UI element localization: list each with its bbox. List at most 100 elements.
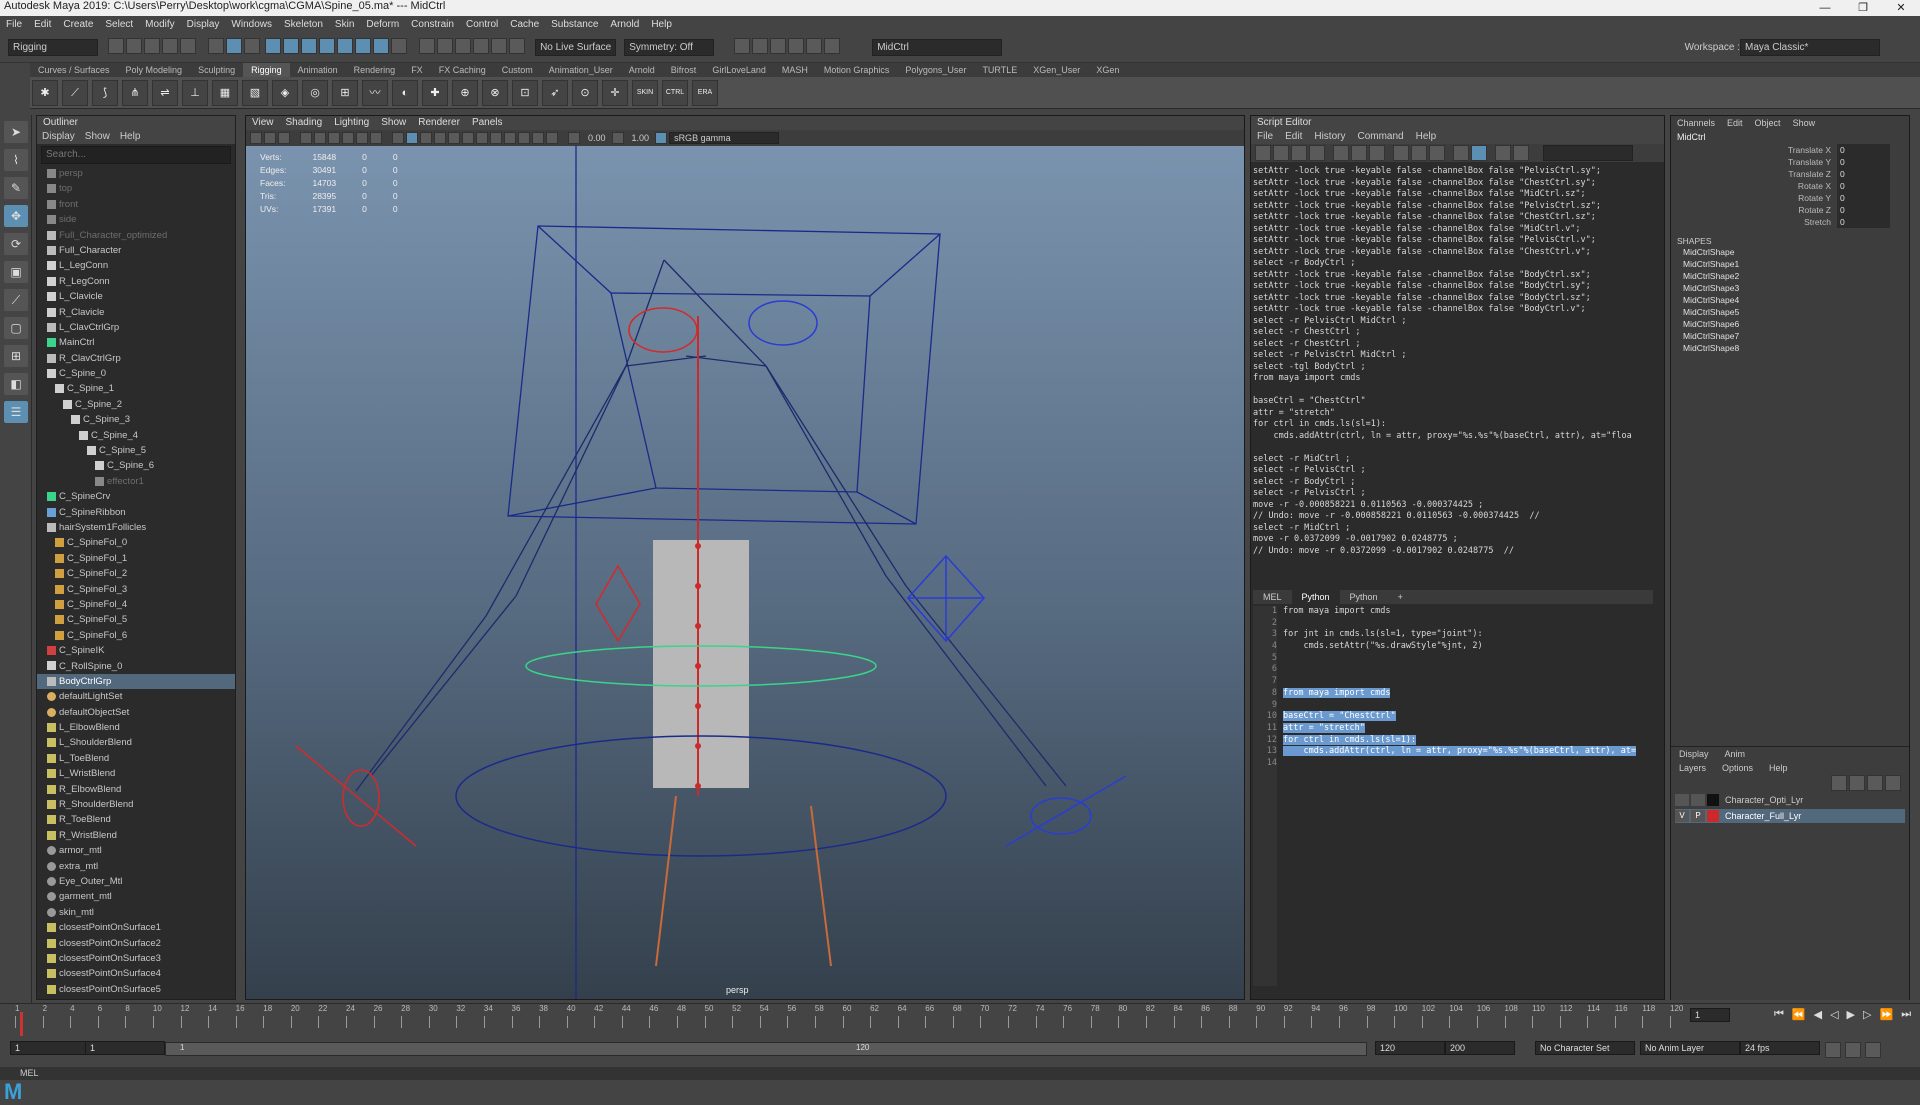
- channel-stretch[interactable]: Stretch 0: [1671, 216, 1909, 228]
- outliner-item[interactable]: R_ShoulderBlend: [37, 797, 235, 812]
- menu-edit[interactable]: Edit: [28, 16, 57, 33]
- time-slider[interactable]: 1 2 4 6 8 10 12 14 16 18 20 22 24 26 28 30 32 34 36 38 40 42 4…: [0, 1003, 1920, 1039]
- channel-menu-channels[interactable]: Channels: [1671, 116, 1721, 130]
- shelf-tab-arnold[interactable]: Arnold: [621, 63, 663, 77]
- line-numbers-icon[interactable]: [1411, 145, 1427, 161]
- gamma-field[interactable]: 1.00: [632, 133, 650, 143]
- shelf-tab-rendering[interactable]: Rendering: [346, 63, 404, 77]
- clear-input-icon[interactable]: [1351, 145, 1367, 161]
- shape-item[interactable]: MidCtrlShape3: [1671, 282, 1909, 294]
- fps-dropdown[interactable]: 24 fps: [1740, 1041, 1820, 1055]
- channel-translate-x[interactable]: Translate X 0: [1671, 144, 1909, 156]
- smooth-shade-icon[interactable]: [406, 132, 418, 144]
- render-view-icon[interactable]: [734, 38, 751, 54]
- layer-tab-anim[interactable]: Anim: [1717, 747, 1754, 761]
- bind-skin-icon[interactable]: ▦: [212, 79, 238, 106]
- layout-icon[interactable]: ☰: [4, 401, 28, 423]
- outliner-item[interactable]: L_ClavCtrlGrp: [37, 320, 235, 335]
- close-button[interactable]: ✕: [1882, 0, 1920, 16]
- outliner-item[interactable]: C_SpineFol_2: [37, 566, 235, 581]
- menu-select[interactable]: Select: [99, 16, 139, 33]
- snap-grid-icon[interactable]: [419, 38, 436, 54]
- shape-item[interactable]: MidCtrlShape6: [1671, 318, 1909, 330]
- outliner-item[interactable]: C_Spine_5: [37, 443, 235, 458]
- outliner-item[interactable]: Full_Character: [37, 243, 235, 258]
- outliner-item[interactable]: R_LegConn: [37, 274, 235, 289]
- outliner-item[interactable]: closestPointOnSurface1: [37, 920, 235, 935]
- outliner-item[interactable]: C_Spine_2: [37, 397, 235, 412]
- mask-joints-icon[interactable]: [283, 38, 300, 54]
- ambient-occlusion-icon[interactable]: [504, 132, 516, 144]
- wireframe-on-shaded-icon[interactable]: [420, 132, 432, 144]
- gate-mask-icon[interactable]: [342, 132, 354, 144]
- shelf-tab-rigging[interactable]: Rigging: [243, 63, 290, 77]
- shelf-tab-xgen[interactable]: XGen: [1088, 63, 1127, 77]
- menu-arnold[interactable]: Arnold: [604, 16, 645, 33]
- grid-icon[interactable]: [300, 132, 312, 144]
- snap-view-plane-icon[interactable]: [491, 38, 508, 54]
- play-forwards-icon[interactable]: ▶: [1847, 1008, 1855, 1021]
- paint-select-icon[interactable]: ✎: [4, 177, 28, 199]
- menu-help[interactable]: Help: [645, 16, 678, 33]
- maximize-button[interactable]: ❐: [1844, 0, 1882, 16]
- viewport-menu-panels[interactable]: Panels: [466, 116, 509, 130]
- menu-deform[interactable]: Deform: [360, 16, 405, 33]
- outliner-item[interactable]: side: [37, 212, 235, 227]
- outliner-item[interactable]: C_SpineFol_6: [37, 628, 235, 643]
- wire-icon[interactable]: 〰: [362, 79, 388, 106]
- outliner-item[interactable]: C_Spine_4: [37, 428, 235, 443]
- outliner-item[interactable]: R_ElbowBlend: [37, 782, 235, 797]
- outliner-item[interactable]: L_LegConn: [37, 258, 235, 273]
- save-to-shelf-icon[interactable]: [1309, 145, 1325, 161]
- aim-constraint-icon[interactable]: ➶: [542, 79, 568, 106]
- channel-value[interactable]: 0: [1837, 144, 1890, 156]
- outliner-item[interactable]: hairSystem1Follicles: [37, 520, 235, 535]
- clear-history-icon[interactable]: [1333, 145, 1349, 161]
- channel-translate-y[interactable]: Translate Y 0: [1671, 156, 1909, 168]
- antialias-icon[interactable]: [518, 132, 530, 144]
- layer-tab-display[interactable]: Display: [1671, 747, 1717, 761]
- playback-start-field[interactable]: 1: [85, 1041, 165, 1055]
- step-back-frame-icon[interactable]: ◀: [1814, 1008, 1822, 1021]
- outliner-item[interactable]: closestPointOnSurface4: [37, 966, 235, 981]
- step-forward-key-icon[interactable]: ⏩: [1879, 1008, 1893, 1021]
- ik-spline-icon[interactable]: ⟆: [92, 79, 118, 106]
- channel-value[interactable]: 0: [1837, 204, 1890, 216]
- new-empty-layer-icon[interactable]: [1867, 775, 1883, 791]
- outliner-item[interactable]: Eye_Outer_Mtl: [37, 874, 235, 889]
- lasso-tool-icon[interactable]: ⌇: [4, 149, 28, 171]
- pole-vector-icon[interactable]: ⊙: [572, 79, 598, 106]
- outliner-item[interactable]: C_Spine_1: [37, 381, 235, 396]
- channel-rotate-y[interactable]: Rotate Y 0: [1671, 192, 1909, 204]
- outliner-item[interactable]: skin_mtl: [37, 905, 235, 920]
- rotate-tool-icon[interactable]: ⟳: [4, 233, 28, 255]
- channel-menu-show[interactable]: Show: [1787, 116, 1822, 130]
- shelf-tab-sculpting[interactable]: Sculpting: [190, 63, 243, 77]
- shelf-tab-motion-graphics[interactable]: Motion Graphics: [816, 63, 898, 77]
- insert-joint-icon[interactable]: ⋔: [122, 79, 148, 106]
- show-both-icon[interactable]: [1471, 145, 1487, 161]
- current-time-marker[interactable]: [20, 1012, 23, 1036]
- detach-skin-icon[interactable]: ▧: [242, 79, 268, 106]
- channel-translate-z[interactable]: Translate Z 0: [1671, 168, 1909, 180]
- outliner-item[interactable]: C_Spine_6: [37, 458, 235, 473]
- loop-icon[interactable]: [1825, 1042, 1841, 1058]
- command-line[interactable]: MEL: [0, 1067, 1920, 1080]
- viewport-menu-show[interactable]: Show: [375, 116, 412, 130]
- blend-shape-icon[interactable]: ◐: [392, 79, 418, 106]
- viewport-menu-shading[interactable]: Shading: [280, 116, 329, 130]
- view-transform-dropdown[interactable]: sRGB gamma: [669, 132, 780, 144]
- outliner-item[interactable]: Full_Character_optimized: [37, 228, 235, 243]
- outliner-item[interactable]: closestPointOnSurface2: [37, 936, 235, 951]
- outliner-item[interactable]: defaultObjectSet: [37, 705, 235, 720]
- scale-tool-icon[interactable]: ▣: [4, 261, 28, 283]
- lock-selection-icon[interactable]: [391, 38, 408, 54]
- mask-dynamics-icon[interactable]: [355, 38, 372, 54]
- script-menu-history[interactable]: History: [1308, 130, 1351, 144]
- locator-icon[interactable]: ✛: [602, 79, 628, 106]
- layer-menu-layers[interactable]: Layers: [1671, 761, 1714, 775]
- new-scene-icon[interactable]: [108, 38, 124, 54]
- mask-handles-icon[interactable]: [265, 38, 282, 54]
- source-script-icon[interactable]: [1273, 145, 1289, 161]
- shelf-tab-mash[interactable]: MASH: [774, 63, 816, 77]
